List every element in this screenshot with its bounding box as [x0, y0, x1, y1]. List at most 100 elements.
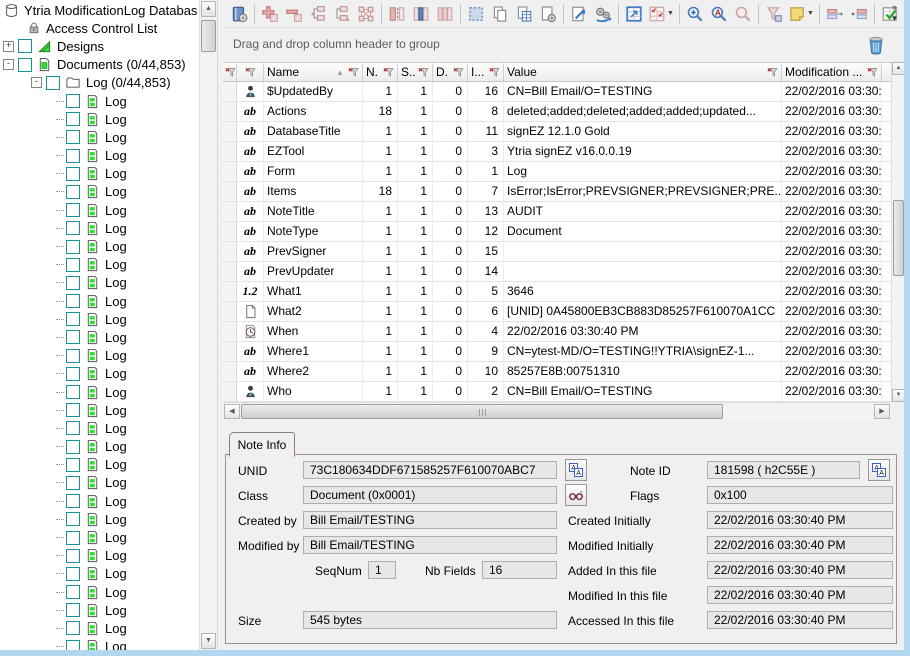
tree-checkbox[interactable] — [66, 221, 80, 235]
search-next-button[interactable] — [731, 2, 755, 26]
scrollbar-thumb[interactable] — [241, 404, 723, 419]
tree-checkbox[interactable] — [66, 167, 80, 181]
tree-checkbox[interactable] — [46, 76, 60, 90]
tree-item-log[interactable]: Log — [0, 328, 198, 346]
tree-checkbox[interactable] — [66, 385, 80, 399]
tree-checkbox[interactable] — [66, 258, 80, 272]
tree-checkbox[interactable] — [66, 367, 80, 381]
tree-item-log[interactable]: Log — [0, 383, 198, 401]
filter-icon[interactable] — [347, 66, 359, 78]
table-row[interactable]: ab 1.2 Actions 18 1 0 8 deleted;added;de… — [223, 102, 891, 122]
tree-item-log[interactable]: Log — [0, 274, 198, 292]
tree-checkbox[interactable] — [66, 276, 80, 290]
group-by-bar[interactable]: Drag and drop column header to group — [223, 28, 904, 62]
tree-checkbox[interactable] — [66, 531, 80, 545]
table-row[interactable]: ab 1.2 $UpdatedBy 1 1 0 16 CN=Bill Email… — [223, 82, 891, 102]
table-row[interactable]: ab 1.2 PrevSigner 1 1 0 15 22/02/2016 03… — [223, 242, 891, 262]
tree-item-log[interactable]: Log — [0, 310, 198, 328]
table-row[interactable]: ab 1.2 When 1 1 0 4 22/02/2016 03:30:40 … — [223, 322, 891, 342]
table-row[interactable]: ab 1.2 What1 1 1 0 5 3646 22/02/2016 03:… — [223, 282, 891, 302]
tree-item-log[interactable]: Log — [0, 201, 198, 219]
tree-item-log[interactable]: Log — [0, 474, 198, 492]
tree-checkbox[interactable] — [66, 149, 80, 163]
header-d[interactable]: D. — [433, 63, 468, 81]
tree-checkbox[interactable] — [66, 403, 80, 417]
header-icon-filter[interactable] — [237, 63, 264, 81]
table-row[interactable]: ab 1.2 EZTool 1 1 0 3 Ytria signEZ v16.0… — [223, 142, 891, 162]
scroll-right-button[interactable]: ▶ — [874, 404, 890, 419]
freeze-columns-button[interactable] — [385, 2, 409, 26]
table-row[interactable]: ab 1.2 Where2 1 1 0 10 85257E8B:00751310… — [223, 362, 891, 382]
header-modification[interactable]: Modification ... — [782, 63, 882, 81]
tree-item-log[interactable]: Log — [0, 256, 198, 274]
table-row[interactable]: ab 1.2 Where1 1 1 0 9 CN=ytest-MD/O=TEST… — [223, 342, 891, 362]
tree-checkbox[interactable] — [66, 640, 80, 650]
tree-item-log[interactable]: Log — [0, 419, 198, 437]
tree-checkbox[interactable] — [66, 494, 80, 508]
tree-item-log[interactable]: Log — [0, 292, 198, 310]
table-row[interactable]: ab 1.2 Items 18 1 0 7 IsError;IsError;PR… — [223, 182, 891, 202]
tree-item-log[interactable]: Log — [0, 347, 198, 365]
collapse-icon[interactable] — [3, 59, 14, 70]
table-row[interactable]: ab 1.2 NoteType 1 1 0 12 Document 22/02/… — [223, 222, 891, 242]
tree-item-log[interactable]: Log — [0, 92, 198, 110]
filter-icon[interactable] — [452, 66, 464, 78]
collapse-icon[interactable] — [31, 77, 42, 88]
tree-item-designs[interactable]: Designs — [0, 37, 198, 55]
database-properties-button[interactable] — [227, 2, 251, 26]
scroll-left-button[interactable]: ◀ — [224, 404, 240, 419]
tree-checkbox[interactable] — [66, 440, 80, 454]
delete-rows-button[interactable] — [864, 33, 888, 57]
copy-button[interactable] — [488, 2, 512, 26]
expand-tree-button[interactable] — [330, 2, 354, 26]
tree-item-log[interactable]: Log — [0, 128, 198, 146]
tree-checkbox[interactable] — [66, 294, 80, 308]
header-i[interactable]: I... — [468, 63, 504, 81]
tree-item-log[interactable]: Log — [0, 565, 198, 583]
tree-checkbox[interactable] — [66, 185, 80, 199]
tree-item-log[interactable]: Log — [0, 456, 198, 474]
zoom-in-button[interactable] — [683, 2, 707, 26]
tree-item-log[interactable]: Log — [0, 165, 198, 183]
export-button[interactable] — [567, 2, 591, 26]
tree-checkbox[interactable] — [66, 94, 80, 108]
scrollbar-thumb[interactable] — [893, 200, 904, 276]
scrollbar-thumb[interactable] — [201, 20, 216, 52]
collapse-tree-button[interactable] — [306, 2, 330, 26]
header-value[interactable]: Value — [504, 63, 782, 81]
tree-item-log-folder[interactable]: Log (0/44,853) — [0, 74, 198, 92]
scroll-down-button[interactable]: ▼ — [201, 633, 216, 649]
tree-checkbox[interactable] — [66, 349, 80, 363]
scroll-up-button[interactable]: ▲ — [201, 1, 216, 17]
tree-item-log[interactable]: Log — [0, 365, 198, 383]
fit-grid-button[interactable] — [622, 2, 646, 26]
tree-item-log[interactable]: Log — [0, 183, 198, 201]
table-row[interactable]: ab 1.2 DatabaseTitle 1 1 0 11 signEZ 12.… — [223, 122, 891, 142]
highlight-column-button[interactable] — [409, 2, 433, 26]
tree-item-log[interactable]: Log — [0, 438, 198, 456]
tree-checkbox[interactable] — [66, 585, 80, 599]
tree-item-log[interactable]: Log — [0, 110, 198, 128]
filter-icon[interactable] — [417, 66, 429, 78]
tree-checkbox[interactable] — [66, 130, 80, 144]
table-row[interactable]: ab 1.2 PrevUpdater 1 1 0 14 22/02/2016 0… — [223, 262, 891, 282]
tree-scrollbar[interactable]: ▲ ▼ — [199, 0, 217, 650]
tree-item-log[interactable]: Log — [0, 237, 198, 255]
copy-with-headers-button[interactable] — [512, 2, 536, 26]
table-row[interactable]: ab 1.2 Form 1 1 0 1 Log 22/02/2016 03:30… — [223, 162, 891, 182]
tree-checkbox[interactable] — [18, 39, 32, 53]
expand-icon[interactable] — [3, 41, 14, 52]
select-hierarchy-button[interactable] — [354, 2, 378, 26]
tree-item-log[interactable]: Log — [0, 492, 198, 510]
table-row[interactable]: ab 1.2 NoteTitle 1 1 0 13 AUDIT 22/02/20… — [223, 202, 891, 222]
header-n[interactable]: N. — [363, 63, 398, 81]
unid-format-toggle-button[interactable]: A A — [565, 459, 587, 481]
tree-checkbox[interactable] — [66, 421, 80, 435]
tree-item-log[interactable]: Log — [0, 583, 198, 601]
column-options-button[interactable] — [433, 2, 457, 26]
add-button[interactable] — [258, 2, 282, 26]
tree-root-database[interactable]: Ytria ModificationLog Database — [0, 1, 198, 19]
tree-checkbox[interactable] — [66, 240, 80, 254]
note-id-format-toggle-button[interactable]: A A — [868, 459, 890, 481]
tree-item-log[interactable]: Log — [0, 510, 198, 528]
